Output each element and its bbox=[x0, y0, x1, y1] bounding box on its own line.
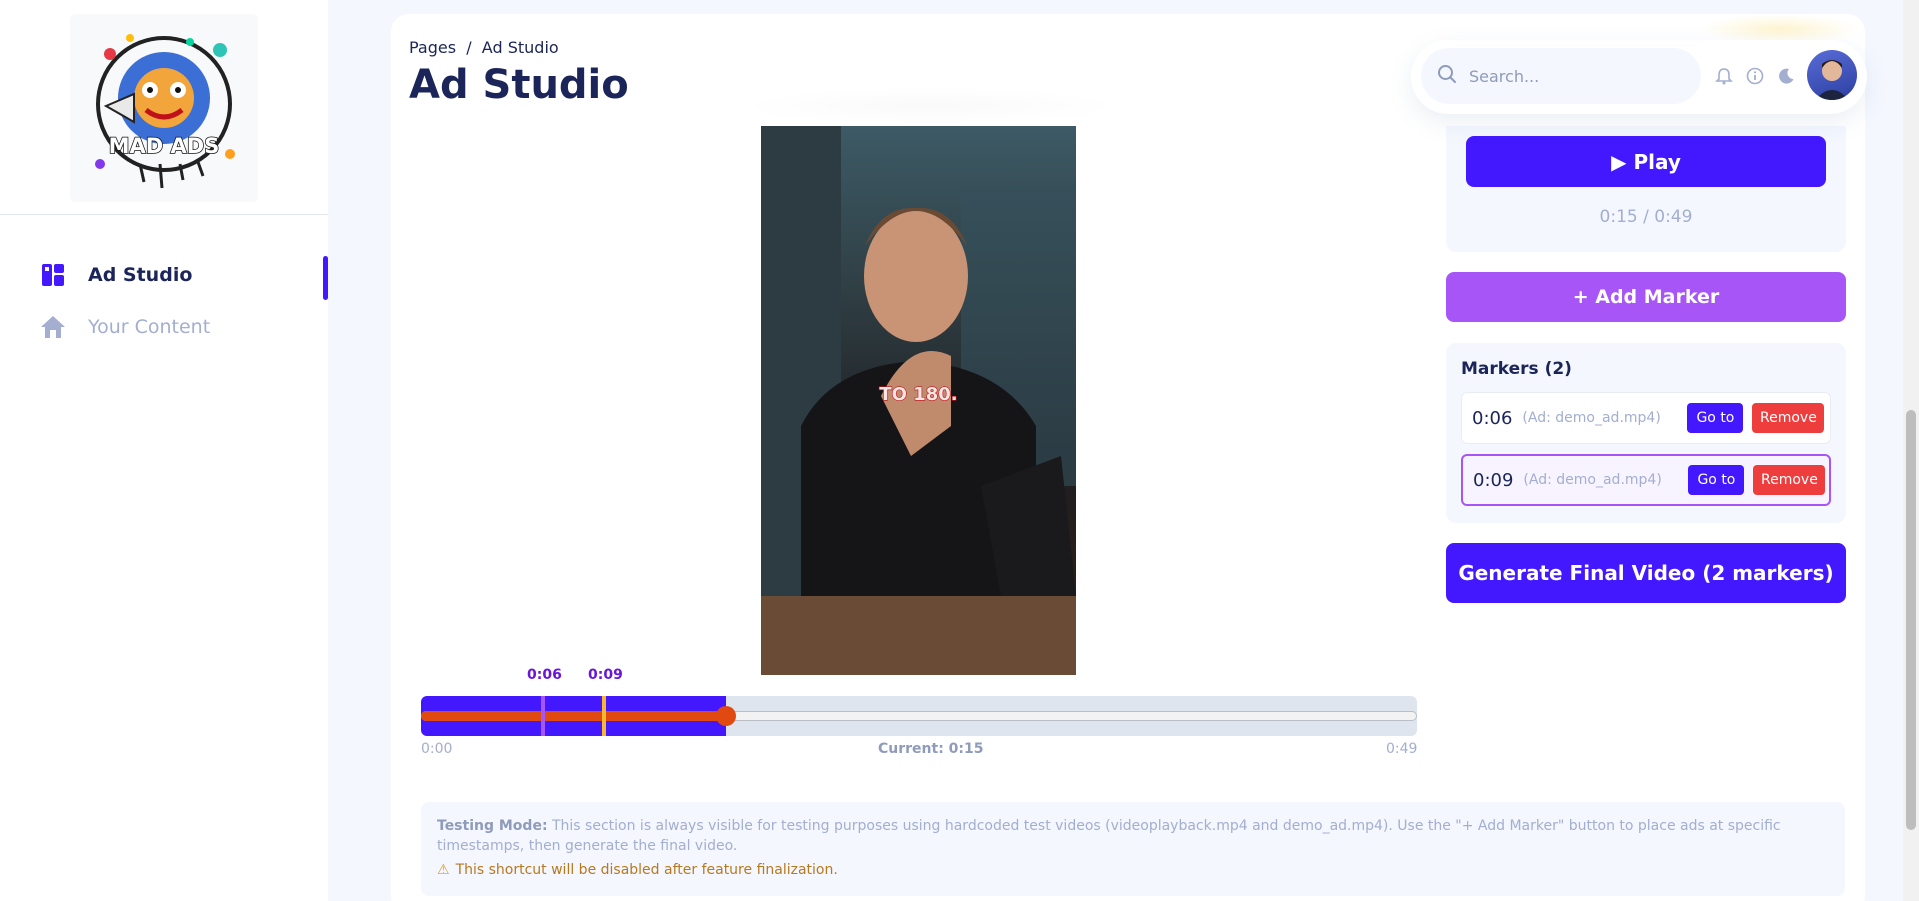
sidebar-item-your-content[interactable]: Your Content bbox=[40, 309, 210, 345]
bell-icon[interactable] bbox=[1714, 66, 1734, 86]
marker-row[interactable]: 0:06 (Ad: demo_ad.mp4) Go to Remove bbox=[1461, 392, 1831, 444]
add-marker-button[interactable]: + Add Marker bbox=[1446, 272, 1846, 322]
marker-time: 0:06 bbox=[1472, 407, 1513, 429]
video-caption: TO 180. bbox=[879, 383, 958, 405]
home-icon bbox=[40, 314, 66, 340]
timeline-marker-line[interactable] bbox=[602, 696, 606, 736]
timeline-marker-label: 0:09 bbox=[588, 667, 623, 683]
timeline-track-fill bbox=[421, 711, 726, 721]
timeline-marker-line[interactable] bbox=[541, 696, 545, 736]
mad-ads-logo[interactable]: MAD ADS bbox=[70, 14, 258, 202]
timeline-thumb[interactable] bbox=[716, 706, 736, 726]
play-button[interactable]: ▶ Play bbox=[1466, 136, 1826, 187]
moon-icon[interactable] bbox=[1776, 66, 1796, 86]
logo-illustration bbox=[95, 34, 235, 189]
sidebar-item-ad-studio[interactable]: Ad Studio bbox=[40, 257, 192, 293]
timeline-marker-label: 0:06 bbox=[527, 667, 562, 683]
remove-button[interactable]: Remove bbox=[1752, 403, 1825, 433]
page-title: Ad Studio bbox=[409, 62, 629, 108]
marker-ad-file: (Ad: demo_ad.mp4) bbox=[1522, 410, 1661, 426]
video-player[interactable]: TO 180. bbox=[761, 126, 1076, 675]
playback-time: 0:15 / 0:49 bbox=[1599, 207, 1693, 227]
remove-button[interactable]: Remove bbox=[1753, 465, 1826, 495]
timeline-end-time: 0:49 bbox=[1386, 741, 1418, 757]
breadcrumb[interactable]: Pages / Ad Studio bbox=[409, 38, 559, 57]
testing-mode-description: This section is always visible for testi… bbox=[437, 818, 1781, 854]
sidebar-divider bbox=[0, 214, 328, 215]
avatar[interactable] bbox=[1807, 50, 1857, 100]
timeline-start-time: 0:00 bbox=[421, 741, 453, 757]
markers-title: Markers (2) bbox=[1461, 359, 1572, 379]
search-box[interactable] bbox=[1421, 48, 1701, 104]
search-input[interactable] bbox=[1469, 66, 1689, 86]
go-to-button[interactable]: Go to bbox=[1687, 403, 1744, 433]
sidebar: MAD ADS Ad Studio Your Content bbox=[0, 0, 328, 901]
testing-mode-notice: Testing Mode: This section is always vis… bbox=[421, 802, 1845, 896]
timeline-current-time: Current: 0:15 bbox=[878, 741, 984, 757]
search-icon bbox=[1437, 64, 1457, 88]
testing-mode-label: Testing Mode: bbox=[437, 818, 548, 834]
info-icon[interactable] bbox=[1745, 66, 1765, 86]
testing-mode-text: Testing Mode: This section is always vis… bbox=[437, 816, 1829, 856]
marker-ad-file: (Ad: demo_ad.mp4) bbox=[1523, 472, 1662, 488]
dashboard-icon bbox=[40, 262, 66, 288]
timeline-scrubber[interactable] bbox=[421, 696, 1417, 736]
generate-final-video-button[interactable]: Generate Final Video (2 markers) bbox=[1446, 543, 1846, 603]
marker-row-selected[interactable]: 0:09 (Ad: demo_ad.mp4) Go to Remove bbox=[1461, 454, 1831, 506]
marker-time: 0:09 bbox=[1473, 469, 1514, 491]
warning-line: ⚠ This shortcut will be disabled after f… bbox=[437, 862, 1829, 878]
scrollbar-thumb[interactable] bbox=[1906, 410, 1916, 830]
sidebar-item-label: Ad Studio bbox=[88, 264, 193, 286]
logo-text: MAD ADS bbox=[108, 133, 220, 159]
active-indicator bbox=[323, 256, 328, 300]
warning-icon: ⚠ bbox=[437, 862, 450, 878]
go-to-button[interactable]: Go to bbox=[1688, 465, 1745, 495]
sidebar-item-label: Your Content bbox=[88, 316, 211, 338]
warning-text: This shortcut will be disabled after fea… bbox=[455, 862, 838, 878]
